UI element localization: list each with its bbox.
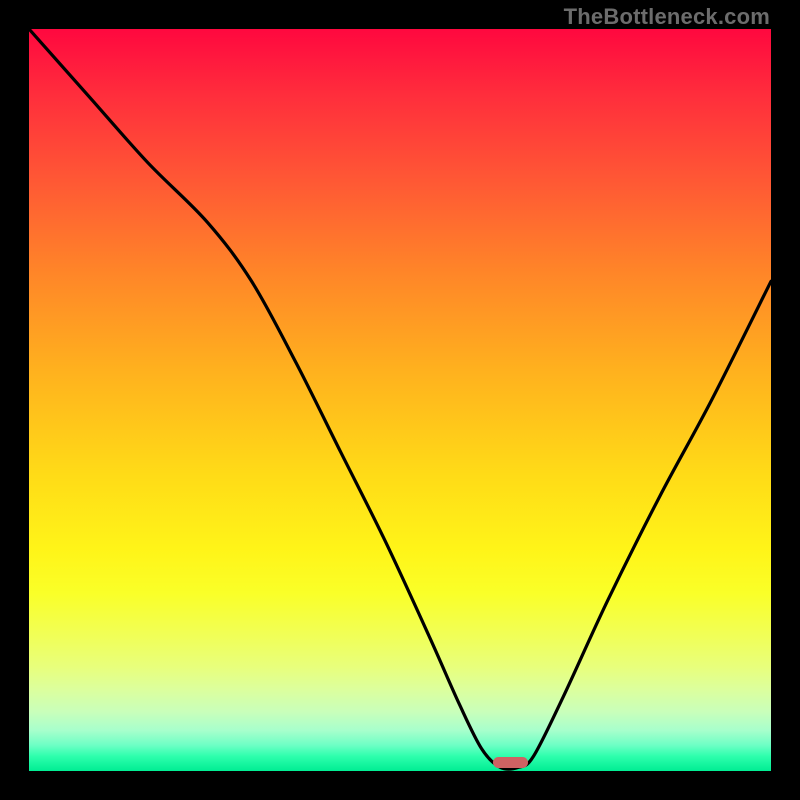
bottleneck-curve [29, 29, 771, 771]
plot-area [29, 29, 771, 771]
watermark-text: TheBottleneck.com [564, 4, 770, 30]
optimal-marker [493, 757, 529, 768]
chart-frame: TheBottleneck.com [0, 0, 800, 800]
